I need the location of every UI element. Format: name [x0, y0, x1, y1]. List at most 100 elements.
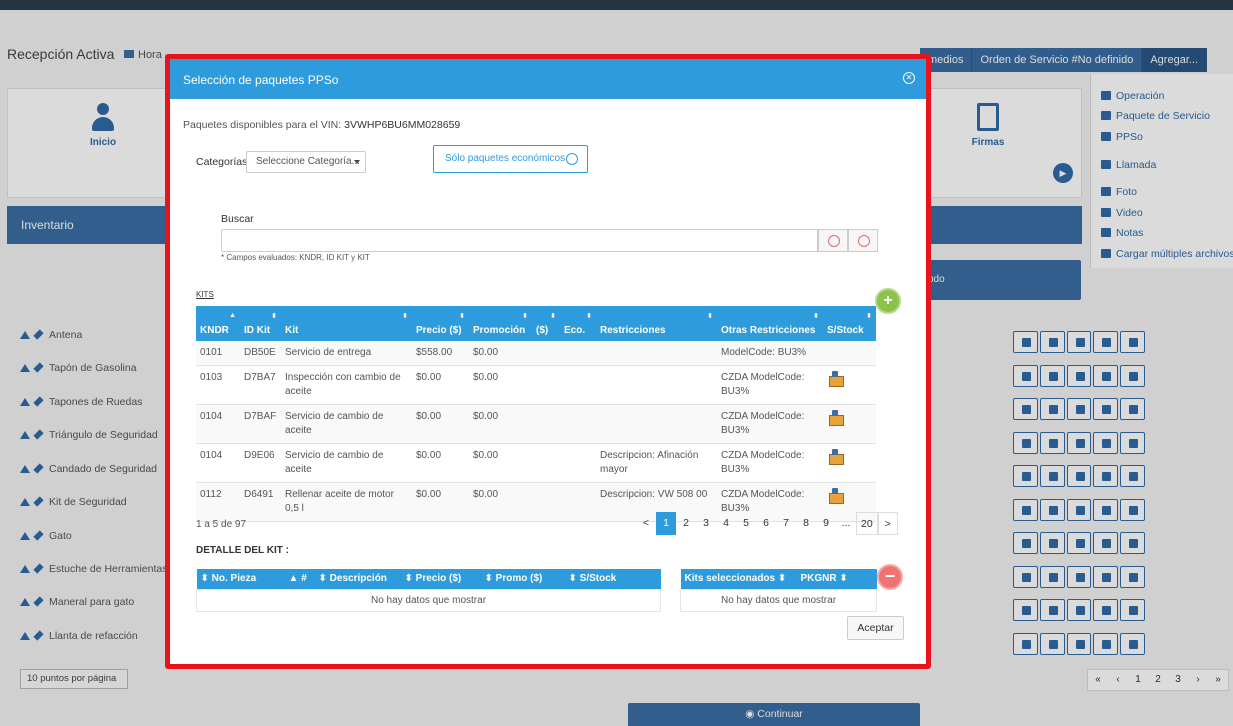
cell-precio: $0.00: [412, 482, 469, 522]
col-no-pieza[interactable]: ⬍ No. Pieza: [196, 569, 285, 589]
cell-stock: [823, 365, 876, 405]
aceptar-button[interactable]: Aceptar: [847, 616, 904, 640]
stock-box-icon: [827, 449, 844, 465]
kits-pager: < 1 2 3 4 5 6 7 8 9 ... 20 >: [636, 512, 898, 535]
kits-header-row: KNDR ▲ ID Kit ⬍ Kit ⬍ Precio ($) ⬍ Promoción…: [196, 306, 876, 341]
table-row[interactable]: 0101 DB50E Servicio de entrega $558.00 $…: [196, 341, 876, 366]
cell-kit: Servicio de cambio de aceite: [281, 404, 412, 444]
cell-id: D7BA7: [240, 365, 281, 405]
cell-id: DB50E: [240, 341, 281, 366]
selected-kits-table: Kits seleccionados ⬍ PKGNR ⬍ No hay dato…: [680, 569, 877, 612]
pager-page[interactable]: 4: [716, 512, 736, 535]
pager-prev[interactable]: <: [636, 512, 656, 535]
sort-icon: ⬍: [200, 573, 212, 585]
cell-kndr: 0104: [196, 443, 240, 483]
cell-otras: CZDA ModelCode: BU3%: [717, 443, 823, 483]
pager-page[interactable]: 6: [756, 512, 776, 535]
empty-row: No hay datos que mostrar: [196, 588, 661, 612]
add-kit-button[interactable]: +: [875, 288, 901, 314]
cell-kndr: 0101: [196, 341, 240, 366]
col-pkgnr[interactable]: PKGNR ⬍: [796, 569, 877, 589]
col-precio[interactable]: Precio ($) ⬍: [412, 306, 469, 341]
cell-precio: $0.00: [412, 365, 469, 405]
dollar-download-icon: [566, 153, 578, 165]
sort-icon: ⬍: [402, 313, 408, 320]
col-promo[interactable]: ⬍ Promo ($): [480, 569, 565, 589]
pager-page[interactable]: 7: [776, 512, 796, 535]
sort-icon: ⬍: [866, 313, 872, 320]
sort-icon: ⬍: [404, 573, 416, 585]
pager-next[interactable]: >: [877, 512, 898, 535]
sort-icon: ⬍: [568, 573, 580, 585]
pager-page[interactable]: 9: [816, 512, 836, 535]
sort-icon: ⬍: [550, 313, 556, 320]
col-precio[interactable]: ⬍ Precio ($): [400, 569, 481, 589]
col-stock[interactable]: ⬍ S/Stock: [564, 569, 661, 589]
table-row[interactable]: 0104 D7BAF Servicio de cambio de aceite …: [196, 404, 876, 444]
col-stock[interactable]: S/Stock ⬍: [823, 306, 876, 341]
pager-page[interactable]: 5: [736, 512, 756, 535]
pager-page[interactable]: 8: [796, 512, 816, 535]
kits-table: KNDR ▲ ID Kit ⬍ Kit ⬍ Precio ($) ⬍ Promoción…: [196, 306, 876, 522]
close-icon[interactable]: ✕: [903, 72, 915, 84]
col-kndr[interactable]: KNDR ▲: [196, 306, 240, 341]
sort-up-icon: ▲: [288, 573, 302, 585]
pager-page[interactable]: 20: [856, 512, 878, 535]
pager-page-active[interactable]: 1: [656, 512, 676, 535]
col-otras-restricciones[interactable]: Otras Restricciones ⬍: [717, 306, 823, 341]
no-data-text: No hay datos que mostrar: [196, 588, 661, 612]
cell-promo: $0.00: [469, 365, 596, 405]
apply-search-button[interactable]: [848, 229, 878, 252]
col-id-kit[interactable]: ID Kit ⬍: [240, 306, 281, 341]
sort-icon: ⬍: [318, 573, 330, 585]
col-kits-seleccionados[interactable]: Kits seleccionados ⬍: [680, 569, 797, 589]
modal-header: Selección de paquetes PPSo ✕: [170, 59, 926, 99]
categorias-select[interactable]: Seleccione Categoría...: [246, 151, 366, 173]
stock-box-icon: [827, 371, 844, 387]
col-promocion-dollar[interactable]: ($) ⬍: [532, 306, 560, 341]
col-kit[interactable]: Kit ⬍: [281, 306, 412, 341]
sort-icon: ⬍: [813, 313, 819, 320]
remove-kit-button[interactable]: −: [877, 564, 903, 590]
buscar-hint: * Campos evaluados: KNDR, ID KIT y KIT: [221, 253, 370, 262]
empty-row: No hay datos que mostrar: [680, 588, 877, 612]
cell-kit: Servicio de cambio de aceite: [281, 443, 412, 483]
col-num[interactable]: ▲ #: [284, 569, 315, 589]
cell-restricciones: [596, 365, 717, 405]
vin-value: 3VWHP6BU6MM028659: [344, 119, 461, 131]
caret-down-icon: [354, 160, 360, 164]
cell-promo: $0.00: [469, 341, 596, 366]
buscar-input[interactable]: [221, 229, 818, 252]
economicos-button[interactable]: Sólo paquetes económicos: [433, 145, 588, 173]
sort-icon: ⬍: [836, 573, 848, 585]
col-eco[interactable]: Eco. ⬍: [560, 306, 596, 341]
cell-kndr: 0103: [196, 365, 240, 405]
cell-otras: ModelCode: BU3%: [717, 341, 823, 366]
modal-title: Selección de paquetes PPSo: [183, 73, 339, 87]
pager-ellipsis: ...: [841, 517, 851, 529]
selected-header-row: Kits seleccionados ⬍ PKGNR ⬍: [680, 569, 877, 589]
sort-icon: ⬍: [484, 573, 496, 585]
table-row[interactable]: 0103 D7BA7 Inspección con cambio de acei…: [196, 365, 876, 405]
col-promocion[interactable]: Promoción ⬍: [469, 306, 532, 341]
cell-kit: Servicio de entrega: [281, 341, 412, 366]
clear-search-button[interactable]: [818, 229, 848, 252]
table-row[interactable]: 0104 D9E06 Servicio de cambio de aceite …: [196, 443, 876, 483]
sort-icon: ⬍: [707, 313, 713, 320]
pager-page[interactable]: 3: [696, 512, 716, 535]
ppso-modal: Selección de paquetes PPSo ✕ Paquetes di…: [165, 54, 931, 669]
cell-precio: $558.00: [412, 341, 469, 366]
col-descripcion[interactable]: ⬍ Descripción: [314, 569, 401, 589]
cell-precio: $0.00: [412, 443, 469, 483]
cell-restricciones: Descripcion: Afinación mayor: [596, 443, 717, 483]
cell-stock: [823, 443, 876, 483]
sort-icon: ⬍: [586, 313, 592, 320]
pager-page[interactable]: 2: [676, 512, 696, 535]
cell-kit: Rellenar aceite de motor 0,5 l: [281, 482, 412, 522]
col-restricciones[interactable]: Restricciones ⬍: [596, 306, 717, 341]
cell-id: D7BAF: [240, 404, 281, 444]
cell-id: D9E06: [240, 443, 281, 483]
cell-otras: CZDA ModelCode: BU3%: [717, 404, 823, 444]
cell-kndr: 0112: [196, 482, 240, 522]
cell-promo: $0.00: [469, 443, 596, 483]
